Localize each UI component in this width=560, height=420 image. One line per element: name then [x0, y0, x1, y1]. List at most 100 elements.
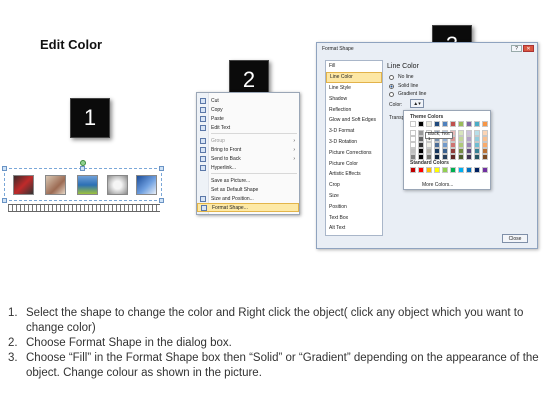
color-swatch[interactable] [442, 121, 448, 127]
close-icon[interactable]: ✕ [523, 45, 534, 52]
category-item[interactable]: Picture Color [326, 158, 382, 169]
standard-color-swatch[interactable] [450, 167, 456, 173]
color-swatch[interactable] [434, 154, 440, 160]
category-item[interactable]: 3-D Format [326, 126, 382, 137]
color-swatch[interactable] [450, 154, 456, 160]
category-item[interactable]: Reflection [326, 104, 382, 115]
menu-item[interactable]: Paste [197, 114, 299, 123]
color-swatch[interactable] [434, 121, 440, 127]
instructions-list: 1. Select the shape to change the color a… [8, 306, 553, 381]
color-swatch[interactable] [458, 154, 464, 160]
standard-color-swatch[interactable] [418, 167, 424, 173]
standard-color-swatch[interactable] [426, 167, 432, 173]
menu-item[interactable]: Format Shape... [197, 203, 299, 212]
menu-item[interactable]: Set as Default Shape [197, 185, 299, 194]
menu-item[interactable]: Group › [197, 136, 299, 145]
ruler [8, 204, 160, 212]
dialog-title: Format Shape [322, 46, 354, 52]
menu-item-label: Group [211, 137, 225, 144]
scissors-icon [200, 97, 206, 104]
standard-color-swatch[interactable] [474, 167, 480, 173]
standard-color-swatch[interactable] [482, 167, 488, 173]
gradient-line-option[interactable]: Gradient line [389, 91, 426, 97]
category-item[interactable]: Shadow [326, 93, 382, 104]
color-swatch[interactable] [466, 121, 472, 127]
color-swatch[interactable] [418, 121, 424, 127]
category-item[interactable]: Crop [326, 180, 382, 191]
thumbnail-image [107, 175, 128, 195]
color-swatch[interactable] [450, 121, 456, 127]
menu-item[interactable]: Edit Text [197, 123, 299, 132]
color-swatch[interactable] [442, 154, 448, 160]
thumbnail-image [13, 175, 34, 195]
solid-line-option[interactable]: Solid line [389, 83, 418, 89]
standard-color-swatch[interactable] [466, 167, 472, 173]
menu-item-label: Copy [211, 106, 223, 113]
color-swatch[interactable] [418, 154, 424, 160]
color-swatch[interactable] [474, 121, 480, 127]
menu-item[interactable]: Bring to Front › [197, 145, 299, 154]
submenu-arrow-icon: › [293, 146, 295, 153]
more-colors-item[interactable]: More Colors... [422, 182, 453, 188]
step-badge-2-label: 2 [242, 67, 256, 92]
standard-colors-header: Standard Colors [410, 160, 449, 166]
thumbnail-image [77, 175, 98, 195]
category-item[interactable]: Artistic Effects [326, 169, 382, 180]
standard-color-swatch[interactable] [410, 167, 416, 173]
instruction-number: 3. [8, 352, 18, 364]
color-palette: Theme Colors Standard Colors More Colors… [403, 110, 491, 190]
menu-item-label: Size and Position... [211, 195, 254, 202]
standard-color-swatch[interactable] [442, 167, 448, 173]
category-item[interactable]: Line Color [326, 71, 382, 83]
page-title: Edit Color [40, 37, 103, 52]
instruction-text: Choose “Fill” in the Format Shape box th… [26, 352, 539, 379]
standard-color-swatch[interactable] [458, 167, 464, 173]
color-swatch[interactable] [466, 154, 472, 160]
no-line-option[interactable]: No line [389, 74, 414, 80]
outline-color-icon: ▲▾ [413, 100, 421, 107]
close-button[interactable]: Close [502, 234, 528, 243]
category-item[interactable]: Glow and Soft Edges [326, 115, 382, 126]
selected-shape[interactable] [2, 166, 164, 203]
color-swatch[interactable] [410, 154, 416, 160]
color-swatch[interactable] [458, 121, 464, 127]
menu-item[interactable]: Cut [197, 96, 299, 105]
category-item[interactable]: 3-D Rotation [326, 137, 382, 148]
step-badge-1: 1 [70, 98, 110, 138]
paste-icon [200, 115, 206, 122]
thumbnail-image [136, 175, 157, 195]
color-swatch[interactable] [474, 154, 480, 160]
menu-item[interactable]: Send to Back › [197, 154, 299, 163]
menu-item-label: Save as Picture... [211, 177, 251, 184]
resize-handle[interactable] [2, 166, 7, 171]
category-item[interactable]: Line Style [326, 83, 382, 94]
resize-handle[interactable] [159, 198, 164, 203]
color-swatch[interactable] [410, 121, 416, 127]
color-swatch[interactable] [482, 121, 488, 127]
resize-handle[interactable] [80, 166, 85, 171]
theme-colors-header: Theme Colors [410, 114, 444, 120]
color-swatch[interactable] [426, 154, 432, 160]
menu-item[interactable]: Size and Position... [197, 194, 299, 203]
instruction-item: 2. Choose Format Shape in the dialog box. [8, 336, 553, 351]
color-swatch[interactable] [426, 121, 432, 127]
menu-item[interactable]: Copy [197, 105, 299, 114]
standard-color-swatch[interactable] [434, 167, 440, 173]
menu-item-label: Hyperlink... [211, 164, 237, 171]
color-picker-button[interactable]: ▲▾ [410, 99, 424, 108]
resize-handle[interactable] [2, 198, 7, 203]
menu-item[interactable]: Save as Picture... [197, 176, 299, 185]
category-item[interactable]: Alt Text [326, 223, 382, 234]
menu-item-label: Paste [211, 115, 224, 122]
menu-item-label: Format Shape... [212, 204, 248, 211]
category-item[interactable]: Picture Corrections [326, 147, 382, 158]
resize-handle[interactable] [159, 166, 164, 171]
category-item[interactable]: Fill [326, 61, 382, 72]
category-item[interactable]: Text Box [326, 212, 382, 223]
category-item[interactable]: Size [326, 191, 382, 202]
color-swatch[interactable] [482, 154, 488, 160]
help-icon[interactable]: ? [511, 45, 522, 52]
menu-item[interactable]: Hyperlink... [197, 163, 299, 172]
window-controls: ? ✕ [511, 45, 534, 52]
category-item[interactable]: Position [326, 201, 382, 212]
